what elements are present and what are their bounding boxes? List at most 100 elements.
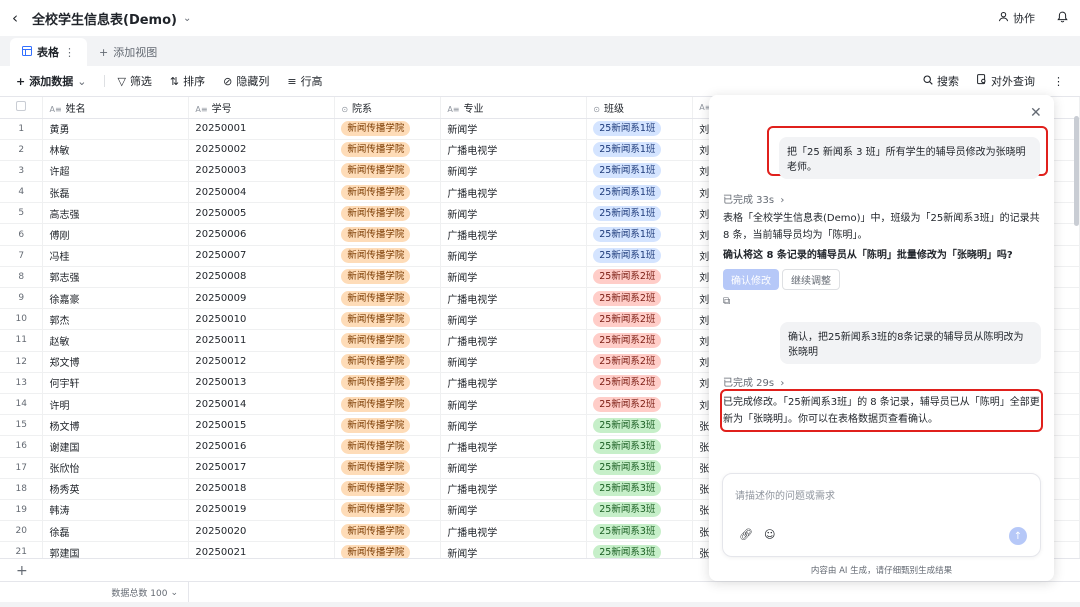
search-button[interactable]: 搜索 [923,73,959,89]
cell-class[interactable]: 25新闻系2班 [586,372,694,394]
cell-student-id[interactable]: 20250015 [188,414,336,437]
cell-name[interactable]: 张磊 [42,181,190,204]
row-number[interactable]: 11 [0,329,44,352]
cell-name[interactable]: 郑文博 [42,351,190,373]
cell-major[interactable]: 广播电视学 [440,181,588,204]
cell-student-id[interactable]: 20250004 [188,181,336,204]
column-header-class[interactable]: ⊙ 班级 [586,97,694,119]
cell-name[interactable]: 郭志强 [42,266,190,289]
cell-dept[interactable]: 新闻传播学院 [334,435,442,458]
row-number[interactable]: 3 [0,160,44,183]
adjust-button[interactable]: 继续调整 [782,269,840,290]
column-header-id[interactable]: A≡ 学号 [188,97,336,119]
cell-class[interactable]: 25新闻系1班 [586,202,694,225]
row-number[interactable]: 12 [0,351,44,373]
cell-major[interactable]: 新闻学 [440,118,588,140]
cell-dept[interactable]: 新闻传播学院 [334,329,442,352]
cell-dept[interactable]: 新闻传播学院 [334,372,442,394]
cell-major[interactable]: 广播电视学 [440,520,588,543]
cell-name[interactable]: 谢建国 [42,435,190,458]
row-number[interactable]: 20 [0,520,44,543]
row-number[interactable]: 5 [0,202,44,225]
cell-student-id[interactable]: 20250001 [188,118,336,140]
send-button[interactable]: ↑ [1009,527,1027,545]
confirm-button[interactable]: 确认修改 [723,269,779,290]
more-vertical-icon[interactable]: ⋮ [64,46,75,59]
column-header-dept[interactable]: ⊙ 院系 [334,97,442,119]
cell-class[interactable]: 25新闻系3班 [586,457,694,479]
cell-class[interactable]: 25新闻系3班 [586,541,694,558]
chevron-down-icon[interactable]: ⌄ [183,13,191,24]
external-query-button[interactable]: 对外查询 [977,73,1035,89]
cell-major[interactable]: 广播电视学 [440,139,588,161]
cell-student-id[interactable]: 20250016 [188,435,336,458]
hide-columns-button[interactable]: ⊘ 隐藏列 [223,73,269,89]
cell-dept[interactable]: 新闻传播学院 [334,202,442,225]
cell-dept[interactable]: 新闻传播学院 [334,393,442,416]
cell-class[interactable]: 25新闻系3班 [586,478,694,500]
cell-class[interactable]: 25新闻系2班 [586,308,694,331]
cell-student-id[interactable]: 20250009 [188,287,336,310]
cell-student-id[interactable]: 20250019 [188,499,336,522]
cell-class[interactable]: 25新闻系3班 [586,435,694,458]
cell-name[interactable]: 林敏 [42,139,190,161]
column-header-name[interactable]: A≡ 姓名 [42,97,190,119]
cell-major[interactable]: 广播电视学 [440,435,588,458]
row-number[interactable]: 9 [0,287,44,310]
cell-student-id[interactable]: 20250012 [188,351,336,373]
column-header-major[interactable]: A≡ 专业 [440,97,588,119]
row-number[interactable]: 1 [0,118,44,140]
row-number[interactable]: 13 [0,372,44,394]
cell-student-id[interactable]: 20250007 [188,245,336,267]
cell-class[interactable]: 25新闻系1班 [586,245,694,267]
cell-major[interactable]: 广播电视学 [440,372,588,394]
cell-name[interactable]: 傅刚 [42,223,190,246]
row-number[interactable]: 6 [0,223,44,246]
cell-dept[interactable]: 新闻传播学院 [334,520,442,543]
cell-student-id[interactable]: 20250018 [188,478,336,500]
cell-class[interactable]: 25新闻系2班 [586,393,694,416]
cell-class[interactable]: 25新闻系3班 [586,520,694,543]
close-icon[interactable]: ✕ [1030,105,1042,121]
cell-dept[interactable]: 新闻传播学院 [334,457,442,479]
row-number[interactable]: 16 [0,435,44,458]
add-data-button[interactable]: + 添加数据 ⌄ [16,73,86,89]
cell-name[interactable]: 杨文博 [42,414,190,437]
cell-major[interactable]: 新闻学 [440,541,588,558]
cell-student-id[interactable]: 20250020 [188,520,336,543]
cell-class[interactable]: 25新闻系2班 [586,287,694,310]
back-arrow-icon[interactable]: ‹ [12,9,30,27]
emoji-icon[interactable]: ☺ [764,528,775,541]
cell-class[interactable]: 25新闻系1班 [586,139,694,161]
cell-dept[interactable]: 新闻传播学院 [334,118,442,140]
cell-student-id[interactable]: 20250014 [188,393,336,416]
cell-major[interactable]: 广播电视学 [440,329,588,352]
filter-button[interactable]: ▽ 筛选 [117,73,151,89]
cell-name[interactable]: 韩涛 [42,499,190,522]
sort-button[interactable]: ⇅ 排序 [170,73,205,89]
cell-student-id[interactable]: 20250010 [188,308,336,331]
checkbox-icon[interactable] [16,100,27,111]
cell-name[interactable]: 张欣怡 [42,457,190,479]
row-height-button[interactable]: ≡ 行高 [287,73,322,89]
cell-major[interactable]: 广播电视学 [440,287,588,310]
status-done[interactable]: 已完成 29s › [723,374,784,389]
cell-name[interactable]: 许明 [42,393,190,416]
cell-class[interactable]: 25新闻系2班 [586,351,694,373]
cell-name[interactable]: 徐嘉豪 [42,287,190,310]
tab-table[interactable]: 表格 ⋮ [10,38,87,66]
cell-dept[interactable]: 新闻传播学院 [334,181,442,204]
record-count[interactable]: 数据总数 100 ⌄ [0,581,189,603]
row-number[interactable]: 14 [0,393,44,416]
vertical-scrollbar[interactable] [1074,116,1079,226]
cell-name[interactable]: 杨秀英 [42,478,190,500]
cell-student-id[interactable]: 20250008 [188,266,336,289]
cell-major[interactable]: 新闻学 [440,202,588,225]
cell-student-id[interactable]: 20250013 [188,372,336,394]
row-number[interactable]: 18 [0,478,44,500]
cell-major[interactable]: 新闻学 [440,499,588,522]
row-number[interactable]: 2 [0,139,44,161]
cell-student-id[interactable]: 20250021 [188,541,336,558]
add-row-icon[interactable]: + [16,563,28,579]
status-done[interactable]: 已完成 33s › [723,191,784,206]
